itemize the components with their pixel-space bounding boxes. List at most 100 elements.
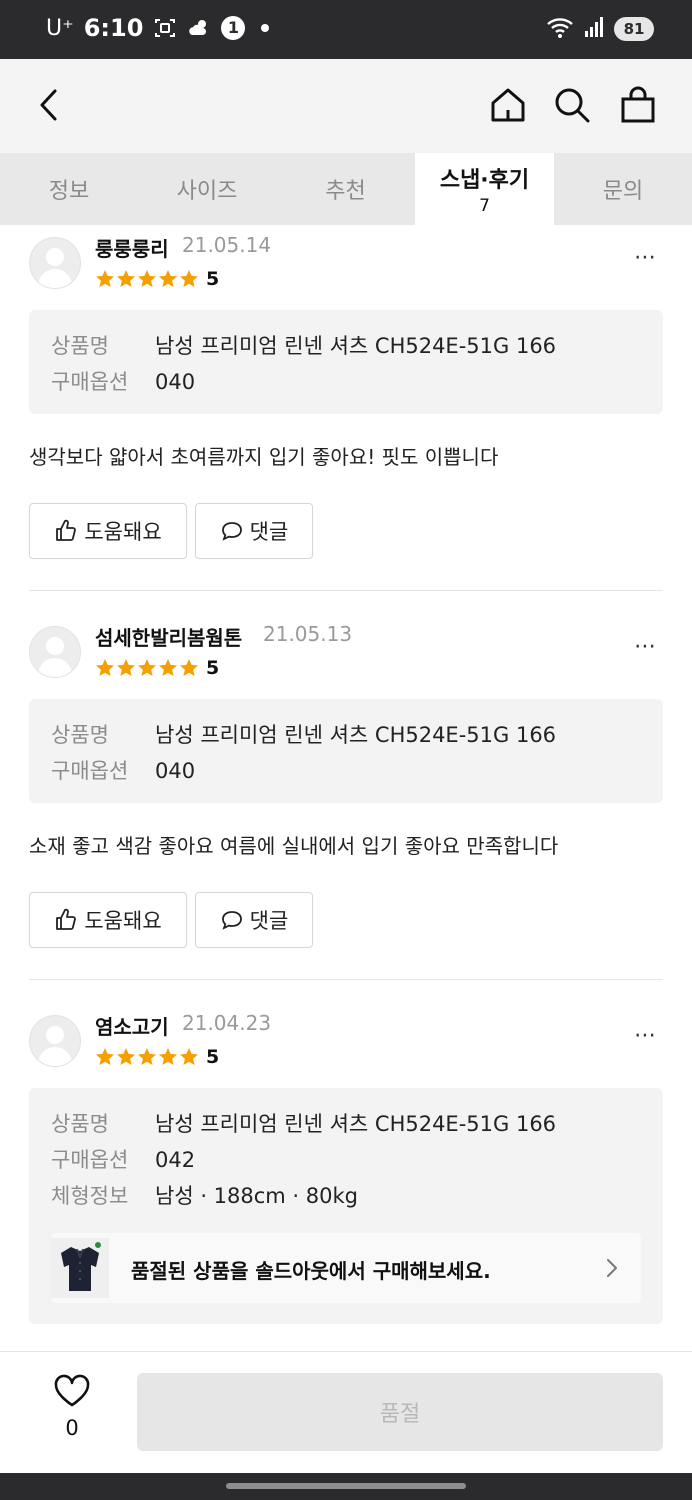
rating-score: 5: [206, 657, 220, 679]
notification-dot-icon: [261, 24, 270, 32]
home-icon: [491, 88, 525, 122]
review-item: 염소고기 21.04.23 5 ⋯ 상품명 남성 프리미엄 린넨 셔츠 CH524…: [29, 1003, 663, 1333]
status-bar: U⁺ 6:10 1 81: [0, 0, 692, 59]
promo-text: 품절된 상품을 솔드아웃에서 구매해보세요.: [131, 1259, 491, 1283]
product-name-label: 상품명: [51, 334, 109, 358]
comment-label: 댓글: [249, 909, 289, 933]
product-name-row: 상품명 남성 프리미엄 린넨 셔츠 CH524E-51G 166: [51, 1108, 556, 1138]
purchase-info-box: 상품명 남성 프리미엄 린넨 셔츠 CH524E-51G 166 구매옵션 040: [29, 699, 663, 803]
comment-button[interactable]: 댓글: [195, 503, 313, 559]
review-item: 룽룽룽리 21.05.14 5 ⋯ 상품명 남성 프리미엄 린넨 셔츠 CH524…: [29, 225, 663, 590]
purchase-option-value: 040: [155, 759, 196, 783]
notification-badge: 1: [221, 16, 246, 40]
weather-icon: [187, 16, 211, 40]
avatar: [29, 237, 81, 289]
helpful-label: 도움돼요: [84, 909, 162, 933]
heart-icon: [54, 1374, 90, 1407]
review-date: 21.04.23: [182, 1011, 272, 1035]
tab-bar: 정보 사이즈 추천 스냅·후기 7 문의: [0, 153, 692, 225]
tab-size[interactable]: 사이즈: [138, 153, 276, 225]
comment-button[interactable]: 댓글: [195, 892, 313, 948]
review-divider: [29, 590, 663, 591]
bottom-action-bar: 0 품절: [0, 1351, 692, 1474]
back-arrow-icon: [40, 89, 57, 121]
product-name-value: 남성 프리미엄 린넨 셔츠 CH524E-51G 166: [155, 1112, 557, 1136]
comment-bubble-icon: [221, 911, 242, 930]
tab-label: 추천: [325, 179, 366, 204]
star-icon: [96, 1048, 114, 1065]
tab-label: 정보: [48, 179, 90, 204]
more-options-button[interactable]: ⋯: [634, 1023, 657, 1048]
star-icon: [117, 270, 135, 287]
app-bar: [0, 59, 692, 153]
home-button[interactable]: [484, 81, 532, 129]
purchase-info-box: 상품명 남성 프리미엄 린넨 셔츠 CH524E-51G 166 구매옵션 042 …: [29, 1088, 663, 1324]
star-icon: [138, 1048, 156, 1065]
product-name-label: 상품명: [51, 723, 109, 747]
home-gesture-handle[interactable]: [226, 1483, 466, 1489]
more-options-button[interactable]: ⋯: [634, 245, 657, 270]
review-list[interactable]: 룽룽룽리 21.05.14 5 ⋯ 상품명 남성 프리미엄 린넨 셔츠 CH524…: [0, 225, 692, 1351]
purchase-option-label: 구매옵션: [51, 759, 129, 783]
product-name-value: 남성 프리미엄 린넨 셔츠 CH524E-51G 166: [155, 723, 557, 747]
review-item: 섬세한발리봄웜톤 21.05.13 5 ⋯ 상품명 남성 프리미엄 린넨 셔츠 C…: [29, 614, 663, 979]
product-name-label: 상품명: [51, 1112, 109, 1136]
shirt-thumbnail-icon: [61, 1242, 101, 1291]
review-username: 섬세한발리봄웜톤: [95, 626, 243, 650]
review-text: 생각보다 얇아서 초여름까지 입기 좋아요! 핏도 이쁩니다: [29, 445, 499, 469]
battery-indicator: 81: [614, 17, 654, 41]
body-info-label: 체형정보: [51, 1184, 129, 1208]
product-name-row: 상품명 남성 프리미엄 린넨 셔츠 CH524E-51G 166: [51, 719, 556, 749]
body-info-value: 남성 · 188cm · 80kg: [155, 1184, 358, 1208]
tab-count: 7: [479, 196, 490, 216]
helpful-button[interactable]: 도움돼요: [29, 503, 187, 559]
tab-recommend[interactable]: 추천: [276, 153, 415, 225]
soldout-promo-banner[interactable]: 품절된 상품을 솔드아웃에서 구매해보세요.: [51, 1233, 641, 1303]
purchase-option-label: 구매옵션: [51, 370, 129, 394]
tab-snap-review[interactable]: 스냅·후기 7: [415, 153, 554, 225]
star-icon: [159, 1048, 177, 1065]
product-name-value: 남성 프리미엄 린넨 셔츠 CH524E-51G 166: [155, 334, 557, 358]
purchase-option-row: 구매옵션 040: [51, 755, 195, 785]
carrier-label: U⁺: [46, 15, 74, 41]
rating-score: 5: [206, 268, 220, 290]
review-username: 염소고기: [95, 1015, 169, 1039]
product-thumbnail: [51, 1238, 109, 1298]
review-divider: [29, 979, 663, 980]
like-count: 0: [65, 1416, 79, 1440]
comment-label: 댓글: [249, 520, 289, 544]
system-nav-bar: [0, 1473, 692, 1500]
comment-bubble-icon: [221, 522, 242, 541]
star-icon: [159, 659, 177, 676]
cart-button[interactable]: [614, 81, 662, 129]
star-icon: [96, 659, 114, 676]
star-icon: [117, 659, 135, 676]
tab-inquiry[interactable]: 문의: [554, 153, 692, 225]
purchase-option-label: 구매옵션: [51, 1148, 129, 1172]
clock: 6:10: [83, 14, 144, 42]
like-button[interactable]: 0: [46, 1374, 98, 1440]
search-button[interactable]: [548, 81, 596, 129]
tab-label: 사이즈: [176, 179, 238, 204]
purchase-option-row: 구매옵션 040: [51, 366, 195, 396]
star-icon: [180, 659, 198, 676]
star-icon: [96, 270, 114, 287]
soldout-button[interactable]: 품절: [137, 1373, 663, 1451]
star-icon: [138, 659, 156, 676]
thumbs-up-icon: [56, 908, 77, 930]
back-button[interactable]: [26, 81, 74, 129]
star-rating: 5: [95, 656, 219, 680]
review-text: 소재 좋고 색감 좋아요 여름에 실내에서 입기 좋아요 만족합니다: [29, 834, 559, 858]
product-name-row: 상품명 남성 프리미엄 린넨 셔츠 CH524E-51G 166: [51, 330, 556, 360]
helpful-button[interactable]: 도움돼요: [29, 892, 187, 948]
shopping-bag-icon: [621, 86, 655, 123]
rating-score: 5: [206, 1046, 220, 1068]
helpful-label: 도움돼요: [84, 520, 162, 544]
tab-label: 문의: [602, 179, 644, 204]
purchase-option-value: 040: [155, 370, 196, 394]
tab-info[interactable]: 정보: [0, 153, 138, 225]
screenshot-icon: [153, 16, 177, 40]
star-rating: 5: [95, 267, 219, 291]
more-options-button[interactable]: ⋯: [634, 634, 657, 659]
signal-icon: [584, 15, 606, 43]
